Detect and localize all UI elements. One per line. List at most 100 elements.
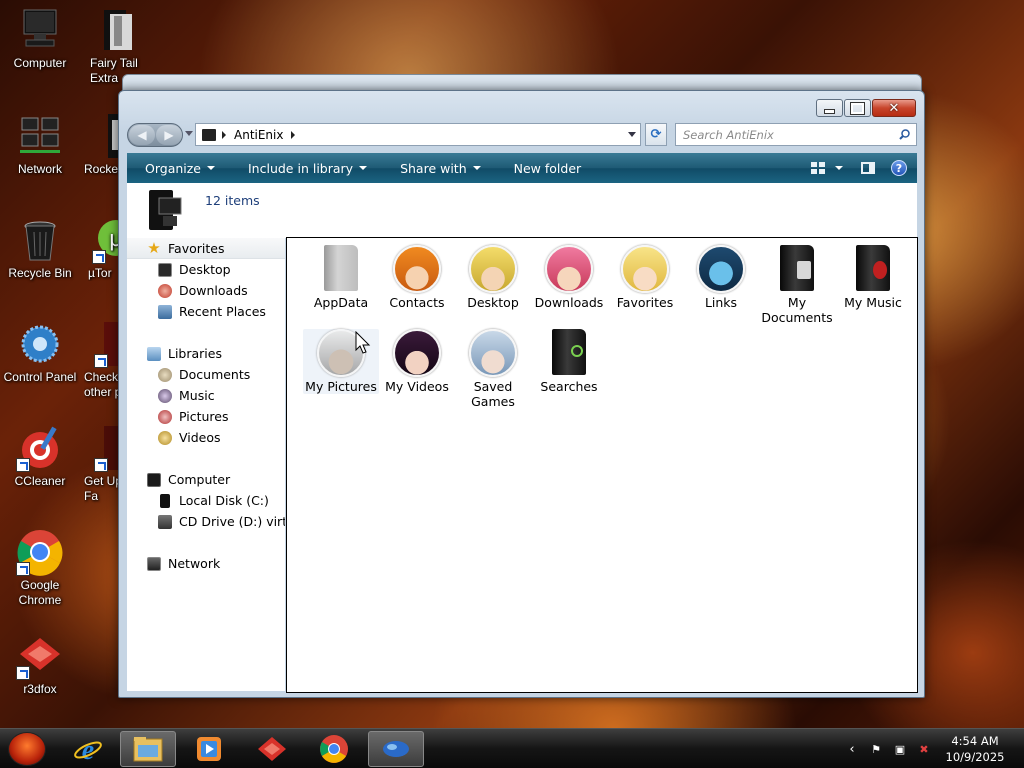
desktop-icon-computer[interactable]: Computer (0, 6, 80, 71)
folder-item-my-documents[interactable]: My Documents (759, 245, 835, 325)
taskbar-media-player[interactable] (181, 731, 237, 767)
nav-pictures[interactable]: Pictures (127, 406, 285, 427)
desktop-icon-label: µTor (88, 266, 112, 280)
desktop-icon-recycle-bin[interactable]: Recycle Bin (0, 216, 80, 281)
folder-icon (202, 128, 216, 141)
volume-muted-icon[interactable]: ✖ (916, 742, 932, 756)
recent-pages-dropdown[interactable] (185, 131, 193, 136)
shortcut-arrow-icon (16, 458, 30, 472)
desktop-avatar-icon (469, 245, 517, 293)
maximize-button[interactable] (844, 99, 871, 117)
include-in-library-menu[interactable]: Include in library (230, 153, 382, 183)
downloads-avatar-icon (545, 245, 593, 293)
change-view-icon[interactable] (811, 162, 825, 174)
new-folder-button[interactable]: New folder (496, 153, 597, 183)
help-icon[interactable]: ? (891, 160, 907, 176)
desktop-icon-ccleaner[interactable]: CCleaner (0, 424, 80, 489)
folder-item-contacts[interactable]: Contacts (379, 245, 455, 310)
folder-item-my-videos[interactable]: My Videos (379, 329, 455, 394)
network-tray-icon[interactable]: ▣ (892, 742, 908, 756)
nav-label: Computer (168, 472, 231, 487)
folder-item-my-music[interactable]: My Music (835, 245, 911, 310)
nav-computer[interactable]: Computer (127, 469, 285, 490)
r3dfox-icon (16, 632, 64, 680)
nav-music[interactable]: Music (127, 385, 285, 406)
desktop-icon-r3dfox[interactable]: r3dfox (0, 632, 80, 697)
folder-item-saved-games[interactable]: Saved Games (455, 329, 531, 409)
r3dfox-icon (258, 737, 286, 761)
contacts-avatar-icon (393, 245, 441, 293)
forward-button[interactable]: ▶ (156, 125, 182, 145)
favorites-avatar-icon (621, 245, 669, 293)
system-tray: ‹ ⚑ ▣ ✖ 4:54 AM 10/9/2025 (844, 729, 1024, 768)
desktop-icon-label: Recycle Bin (8, 266, 72, 280)
action-center-flag-icon[interactable]: ⚑ (868, 742, 884, 756)
item-label: My Music (844, 295, 902, 310)
desktop-icon-google-chrome[interactable]: Google Chrome (0, 528, 80, 608)
breadcrumb-arrow-icon[interactable] (291, 130, 296, 139)
folder-item-appdata[interactable]: AppData (303, 245, 379, 310)
taskbar-explorer[interactable] (120, 731, 176, 767)
folder-item-downloads[interactable]: Downloads (531, 245, 607, 310)
refresh-button[interactable]: ⟳ (645, 123, 667, 146)
folder-item-desktop[interactable]: Desktop (455, 245, 531, 310)
recycle-bin-icon (16, 216, 64, 264)
nav-documents[interactable]: Documents (127, 364, 285, 385)
preview-pane-icon[interactable] (861, 162, 875, 174)
chrome-icon (320, 735, 348, 763)
saved-games-avatar-icon (469, 329, 517, 377)
close-icon: ✕ (888, 100, 900, 116)
nav-recent-places[interactable]: Recent Places (127, 301, 285, 322)
item-label: Links (704, 295, 738, 310)
show-hidden-icons-icon[interactable]: ‹ (844, 742, 860, 757)
computer-icon (147, 472, 161, 487)
desktop-icon-network[interactable]: Network (0, 112, 80, 177)
item-label: Contacts (389, 295, 445, 310)
app-icon (383, 741, 409, 757)
close-button[interactable]: ✕ (872, 99, 916, 117)
new-folder-label: New folder (513, 160, 582, 176)
address-dropdown-icon[interactable] (628, 132, 636, 137)
breadcrumb-arrow-icon[interactable] (222, 130, 226, 139)
nav-downloads[interactable]: Downloads (127, 280, 285, 301)
nav-favorites[interactable]: ★ Favorites (127, 238, 285, 259)
command-bar-right: ? (811, 153, 917, 183)
start-button[interactable] (8, 732, 46, 766)
nav-label: Local Disk (C:) (179, 493, 269, 508)
media-player-icon (197, 737, 221, 761)
taskbar: e ‹ ⚑ ▣ ✖ 4:54 AM 10/9/2025 (0, 728, 1024, 768)
breadcrumb-current[interactable]: AntiEnix (234, 128, 283, 142)
search-input[interactable] (683, 127, 883, 142)
taskbar-r3dfox[interactable] (244, 731, 300, 767)
address-bar[interactable]: AntiEnix (195, 123, 641, 146)
item-label: My Videos (385, 379, 449, 394)
taskbar-chrome[interactable] (306, 731, 362, 767)
shortcut-arrow-icon (94, 458, 108, 472)
nav-local-disk[interactable]: Local Disk (C:) (127, 490, 285, 511)
videos-icon (158, 430, 172, 445)
organize-menu[interactable]: Organize (127, 153, 230, 183)
music-icon (158, 388, 172, 403)
back-arrow-icon: ◀ (137, 128, 147, 142)
item-label: AppData (313, 295, 369, 310)
shortcut-arrow-icon (94, 354, 108, 368)
search-icon[interactable] (899, 129, 910, 140)
search-box[interactable] (675, 123, 917, 146)
share-with-menu[interactable]: Share with (382, 153, 496, 183)
nav-videos[interactable]: Videos (127, 427, 285, 448)
taskbar-internet-explorer[interactable]: e (60, 731, 116, 767)
nav-desktop[interactable]: Desktop (127, 259, 285, 280)
clock[interactable]: 4:54 AM 10/9/2025 (940, 733, 1010, 765)
folder-item-searches[interactable]: Searches (531, 329, 607, 394)
nav-cd-drive[interactable]: CD Drive (D:) virtio-v (127, 511, 285, 532)
back-button[interactable]: ◀ (129, 125, 155, 145)
desktop-icon-control-panel[interactable]: Control Panel (0, 320, 80, 385)
minimize-button[interactable] (816, 99, 843, 117)
folder-item-favorites[interactable]: Favorites (607, 245, 683, 310)
nav-network[interactable]: Network (127, 553, 285, 574)
folder-item-links[interactable]: Links (683, 245, 759, 310)
taskbar-active-app[interactable] (368, 731, 424, 767)
nav-libraries[interactable]: Libraries (127, 343, 285, 364)
network-icon (16, 112, 64, 160)
view-options-dropdown-icon[interactable] (835, 166, 843, 170)
